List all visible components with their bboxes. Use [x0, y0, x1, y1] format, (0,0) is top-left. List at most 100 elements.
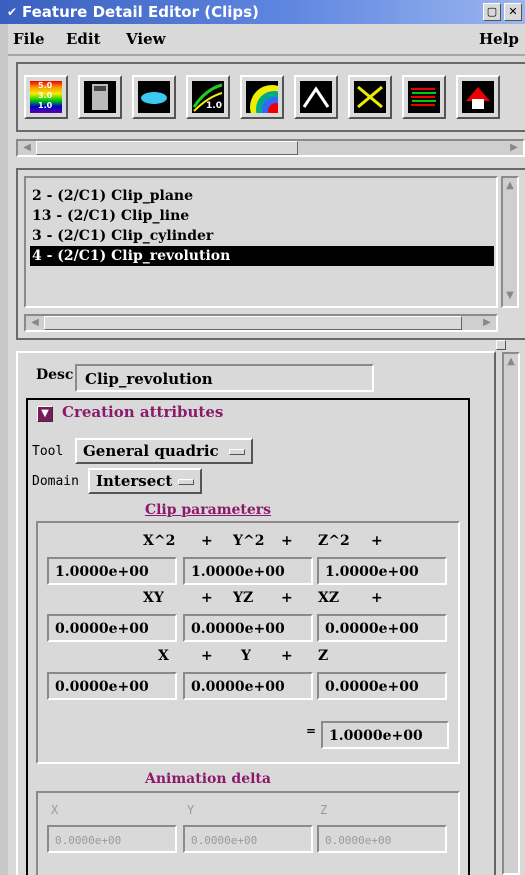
delta-y-label: Y [187, 803, 195, 817]
delta-x-label: X [51, 803, 59, 817]
coef-xy-field[interactable]: 0.0000e+00 [47, 614, 177, 642]
list-item[interactable]: 13 - (2/C1) Clip_line [30, 206, 494, 226]
list-item[interactable]: 3 - (2/C1) Clip_cylinder [30, 226, 494, 246]
domain-value: Intersect [96, 472, 173, 490]
arrow-curve-button[interactable] [294, 75, 338, 119]
option-indicator-icon [178, 479, 194, 485]
equals-label: = [306, 724, 317, 738]
collapse-toggle-icon[interactable]: ▼ [37, 406, 53, 422]
list-hscrollbar[interactable]: ◀ ▶ [24, 314, 498, 332]
scroll-down-icon[interactable]: ▼ [503, 290, 517, 302]
scroll-left-icon[interactable]: ◀ [28, 317, 42, 329]
term-label: + [281, 533, 293, 549]
clip-list-panel: 2 - (2/C1) Clip_plane 13 - (2/C1) Clip_l… [16, 168, 525, 340]
scroll-right-icon[interactable]: ▶ [507, 142, 521, 154]
term-label: X^2 [143, 533, 176, 549]
menu-edit[interactable]: Edit [66, 30, 101, 48]
chart-1-icon: 1.0 [192, 81, 224, 113]
minimize-icon[interactable]: ▢ [483, 3, 501, 21]
desc-label: Desc [36, 367, 74, 383]
term-label: XZ [318, 590, 340, 606]
chart-icon-value: 1.0 [206, 101, 222, 111]
term-label: Z [318, 648, 329, 664]
coef-xz-field[interactable]: 0.0000e+00 [317, 614, 447, 642]
surface-button[interactable] [132, 75, 176, 119]
option-indicator-icon [229, 449, 245, 455]
toolbar-scrollbar[interactable]: ◀ ▶ [16, 139, 525, 157]
scroll-up-icon[interactable]: ▲ [504, 356, 518, 368]
title-bar: ✔ Feature Detail Editor (Clips) ▢ ✕ [0, 0, 525, 24]
term-label: Y [241, 648, 251, 664]
calculator-button[interactable] [78, 75, 122, 119]
arrows-button[interactable] [402, 75, 446, 119]
term-label: Y^2 [233, 533, 265, 549]
term-label: + [371, 590, 383, 606]
scissors-icon [354, 81, 386, 113]
term-label: XY [143, 590, 164, 606]
window-menu-icon[interactable]: ✔ [3, 3, 21, 21]
calculator-icon [84, 81, 116, 113]
menu-help[interactable]: Help [479, 30, 519, 48]
scroll-right-icon[interactable]: ▶ [480, 317, 494, 329]
toolbar: 5.0 3.0 1.0 1.0 [16, 62, 525, 132]
coef-z2-field[interactable]: 1.0000e+00 [317, 557, 447, 585]
domain-select[interactable]: Intersect [88, 468, 202, 494]
delta-y-field[interactable]: 0.0000e+00 [183, 825, 313, 853]
coef-x-field[interactable]: 0.0000e+00 [47, 672, 177, 700]
legend-value-mid: 3.0 [38, 91, 53, 100]
term-label: + [281, 648, 293, 664]
legend-value-bot: 1.0 [38, 101, 53, 110]
term-label: + [201, 590, 213, 606]
term-label: Z^2 [318, 533, 350, 549]
color-legend-button[interactable]: 5.0 3.0 1.0 [24, 75, 68, 119]
delta-z-label: Z [320, 803, 328, 817]
creation-attributes-title: Creation attributes [62, 403, 224, 421]
term-label: + [371, 533, 383, 549]
isosurface-button[interactable] [240, 75, 284, 119]
chart-button[interactable]: 1.0 [186, 75, 230, 119]
coef-y2-field[interactable]: 1.0000e+00 [183, 557, 313, 585]
desc-field[interactable]: Clip_revolution [75, 364, 374, 392]
coef-y-field[interactable]: 0.0000e+00 [183, 672, 313, 700]
delta-z-field[interactable]: 0.0000e+00 [317, 825, 447, 853]
menu-file[interactable]: File [13, 30, 45, 48]
list-item-selected[interactable]: 4 - (2/C1) Clip_revolution [30, 246, 494, 266]
menu-view[interactable]: View [126, 30, 166, 48]
upload-button[interactable] [456, 75, 500, 119]
pane-sash[interactable] [496, 340, 506, 350]
animation-delta-title: Animation delta [132, 771, 284, 787]
tool-label: Tool [32, 444, 64, 459]
tool-value: General quadric [83, 442, 219, 460]
color-legend-icon: 5.0 3.0 1.0 [30, 81, 62, 113]
delta-x-field[interactable]: 0.0000e+00 [47, 825, 177, 853]
coef-z-field[interactable]: 0.0000e+00 [317, 672, 447, 700]
domain-label: Domain [32, 474, 79, 489]
surface-icon [138, 81, 170, 113]
window-title: Feature Detail Editor (Clips) [22, 3, 259, 21]
arrow-curve-icon [300, 81, 332, 113]
attributes-vscrollbar[interactable]: ▲ [496, 340, 525, 875]
term-label: X [158, 648, 169, 664]
close-icon[interactable]: ✕ [504, 3, 522, 21]
scroll-left-icon[interactable]: ◀ [20, 142, 34, 154]
list-item[interactable]: 2 - (2/C1) Clip_plane [30, 186, 494, 206]
tool-select[interactable]: General quadric [75, 438, 253, 464]
term-label: + [201, 648, 213, 664]
legend-value-top: 5.0 [38, 81, 53, 90]
menu-bar: File Edit View Help [8, 24, 525, 56]
term-label: YZ [233, 590, 254, 606]
term-label: + [281, 590, 293, 606]
attributes-scroll-track[interactable]: ▲ [502, 352, 520, 875]
list-vscrollbar[interactable]: ▲ ▼ [501, 176, 519, 308]
rhs-field[interactable]: 1.0000e+00 [321, 721, 449, 749]
list-scroll-thumb[interactable] [44, 316, 462, 330]
clip-list[interactable]: 2 - (2/C1) Clip_plane 13 - (2/C1) Clip_l… [24, 176, 498, 308]
scroll-up-icon[interactable]: ▲ [503, 180, 517, 192]
toolbar-scroll-thumb[interactable] [36, 141, 298, 155]
clip-parameters-title: Clip parameters [134, 502, 282, 518]
scissors-button[interactable] [348, 75, 392, 119]
isosurface-icon [246, 81, 278, 113]
coef-x2-field[interactable]: 1.0000e+00 [47, 557, 177, 585]
coef-yz-field[interactable]: 0.0000e+00 [183, 614, 313, 642]
upload-icon [462, 81, 494, 113]
